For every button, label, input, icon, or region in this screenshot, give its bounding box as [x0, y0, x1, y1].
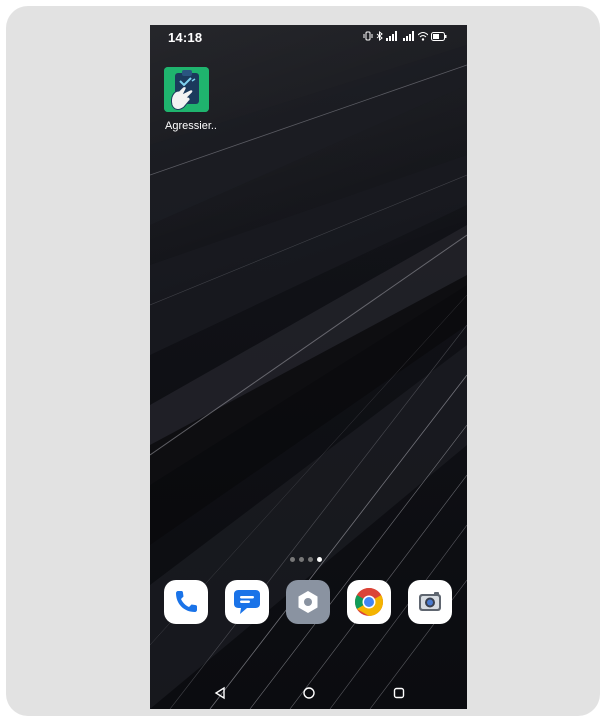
page-dot-active: [317, 557, 322, 562]
dock: [164, 580, 454, 626]
messages-icon[interactable]: [225, 580, 269, 624]
vibrate-icon: [363, 31, 373, 41]
status-bar: 14:18: [150, 25, 467, 49]
signal-icon: [403, 31, 415, 41]
clipboard-hand-app-icon[interactable]: [164, 67, 209, 112]
status-icons: [363, 31, 447, 41]
battery-icon: [431, 31, 447, 41]
chrome-icon[interactable]: [347, 580, 391, 624]
bluetooth-icon: [376, 31, 383, 41]
back-icon[interactable]: [211, 683, 231, 703]
page-dot: [299, 557, 304, 562]
page-indicator: [290, 557, 322, 562]
app-label[interactable]: Agressier..: [154, 120, 228, 132]
home-icon[interactable]: [299, 683, 319, 703]
wifi-icon: [418, 31, 428, 41]
navigation-bar: [150, 675, 467, 709]
page-dot: [290, 557, 295, 562]
recents-icon[interactable]: [389, 683, 409, 703]
camera-icon[interactable]: [408, 580, 452, 624]
status-time: 14:18: [168, 30, 203, 45]
phone-icon[interactable]: [164, 580, 208, 624]
page-dot: [308, 557, 313, 562]
signal-icon: [386, 31, 400, 41]
phone-screen: 14:18 Agressier..: [150, 25, 467, 709]
settings-icon[interactable]: [286, 580, 330, 624]
